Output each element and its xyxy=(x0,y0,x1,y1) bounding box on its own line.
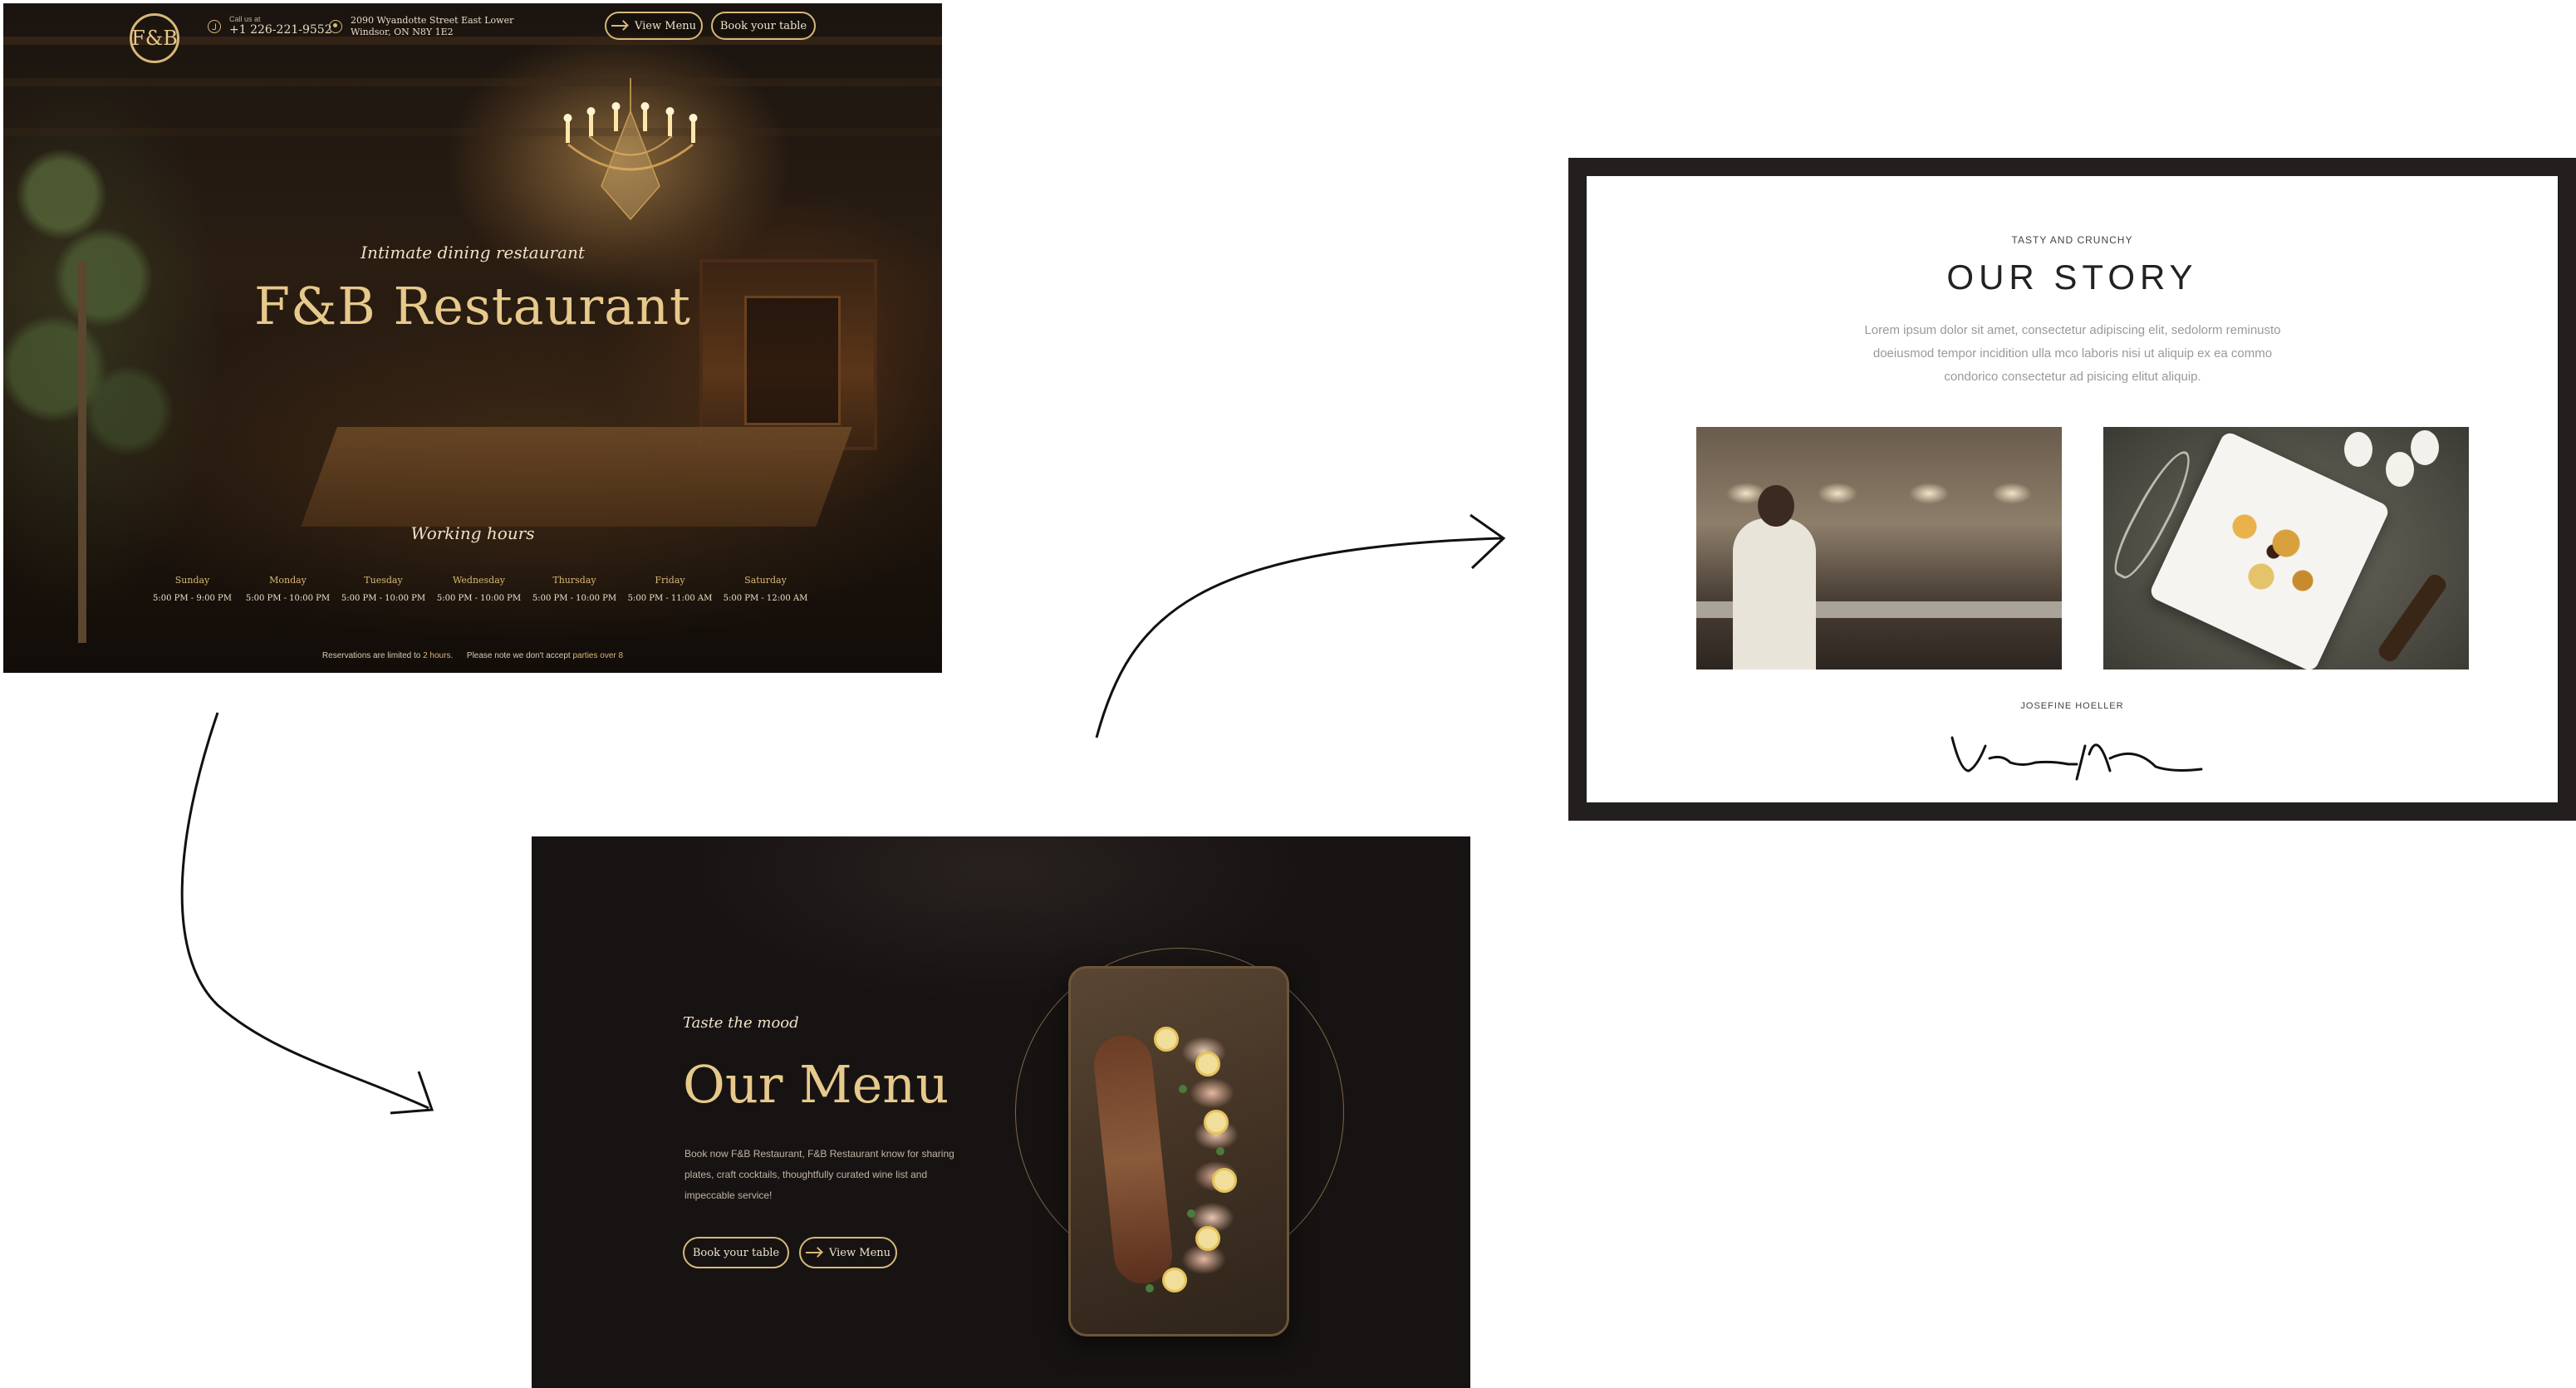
hero-screen: F&B Call us at +1 226-221-9552 2090 Wyan… xyxy=(3,3,942,673)
phone-number: +1 226-221-9552 xyxy=(229,23,332,37)
hours-day: Saturday 5:00 PM - 12:00 AM xyxy=(723,575,808,603)
view-menu-label: View Menu xyxy=(828,1246,891,1259)
menu-body: Book now F&B Restaurant, F&B Restaurant … xyxy=(684,1148,954,1201)
book-table-label: Book your table xyxy=(692,1246,780,1259)
dish-photo xyxy=(2103,427,2469,669)
menu-tagline: Taste the mood xyxy=(683,1014,799,1032)
view-menu-label: View Menu xyxy=(634,19,697,32)
address-contact[interactable]: 2090 Wyandotte Street East Lower Windsor… xyxy=(329,15,513,38)
hours-day: Thursday 5:00 PM - 10:00 PM xyxy=(532,575,617,603)
ceiling-beam xyxy=(3,78,942,86)
hours-day: Friday 5:00 PM - 11:00 AM xyxy=(627,575,713,603)
working-hours-list: Sunday 5:00 PM - 9:00 PM Monday 5:00 PM - … xyxy=(145,575,813,603)
reservation-note: Reservations are limited to 2 hours. Ple… xyxy=(321,651,624,660)
arrowhead-story xyxy=(1470,513,1506,570)
hero-title: F&B Restaurant xyxy=(254,276,691,336)
menu-screen: Taste the mood Our Menu Book now F&B Res… xyxy=(532,836,1470,1388)
phone-label: Call us at xyxy=(229,15,261,23)
working-hours-title: Working hours xyxy=(410,523,535,543)
signature-name: JOSEFINE HOELLER xyxy=(2020,701,2124,711)
chandelier-icon xyxy=(563,78,698,221)
hours-day: Monday 5:00 PM - 10:00 PM xyxy=(245,575,331,603)
address-line-1: 2090 Wyandotte Street East Lower xyxy=(351,15,514,26)
hours-day: Sunday 5:00 PM - 9:00 PM xyxy=(153,575,232,603)
view-menu-button[interactable]: View Menu xyxy=(605,12,703,40)
arrow-menu-to-story xyxy=(1095,537,1503,738)
story-title: OUR STORY xyxy=(1946,257,2198,297)
book-table-label: Book your table xyxy=(719,19,807,32)
story-body: Lorem ipsum dolor sit amet, consectetur … xyxy=(1864,323,2281,384)
address-line-2: Windsor, ON N8Y 1E2 xyxy=(351,27,454,37)
phone-icon xyxy=(208,20,221,33)
book-table-button[interactable]: Book your table xyxy=(711,12,816,40)
menu-title: Our Menu xyxy=(683,1054,949,1115)
location-pin-icon xyxy=(329,20,342,33)
book-table-button[interactable]: Book your table xyxy=(683,1237,789,1268)
arrow-right-icon xyxy=(805,1248,822,1257)
hours-day: Wednesday 5:00 PM - 10:00 PM xyxy=(436,575,522,603)
hours-day: Tuesday 5:00 PM - 10:00 PM xyxy=(341,575,426,603)
dining-table-image xyxy=(301,427,852,527)
signature-icon xyxy=(1950,736,2203,781)
arrowhead-menu xyxy=(390,1071,434,1115)
arrow-right-icon xyxy=(611,22,628,30)
phone-contact[interactable]: Call us at +1 226-221-9552 xyxy=(208,15,332,37)
menu-dish-photo xyxy=(1068,966,1289,1337)
story-eyebrow: TASTY AND CRUNCHY xyxy=(2011,234,2133,246)
brand-logo[interactable]: F&B xyxy=(130,13,179,63)
kitchen-photo xyxy=(1696,427,2062,669)
view-menu-button[interactable]: View Menu xyxy=(799,1237,897,1268)
story-screen: TASTY AND CRUNCHY OUR STORY Lorem ipsum … xyxy=(1568,158,2576,821)
arrow-hero-to-menu xyxy=(180,712,429,1110)
olive-tree-image xyxy=(3,95,186,643)
hero-tagline: Intimate dining restaurant xyxy=(361,243,585,262)
